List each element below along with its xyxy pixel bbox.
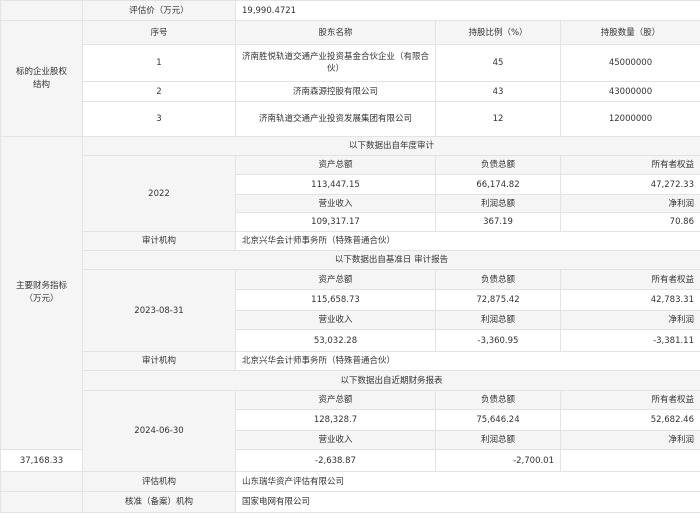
metric-header: 营业收入 bbox=[235, 430, 436, 450]
source-note-row: 以下数据出自近期财务报表 bbox=[1, 370, 700, 391]
metric-header-row: 2022 资产总额 负债总额 所有者权益 bbox=[1, 155, 700, 232]
valuation-label: 评估价（万元） bbox=[82, 0, 236, 21]
metric-value: 109,317.17 bbox=[235, 212, 436, 232]
equity-row: 1 济南胜悦轨道交通产业投资基金合伙企业（有限合伙） 45 45000000 bbox=[1, 44, 700, 82]
shareholder-name: 济南森源控股有限公司 bbox=[235, 81, 436, 102]
metric-value: 70.86 bbox=[560, 212, 700, 232]
equity-header-ratio: 持股比例（%） bbox=[435, 20, 561, 45]
equity-header-no: 序号 bbox=[82, 20, 236, 45]
metric-value: -2,638.87 bbox=[235, 449, 436, 472]
auditor-row: 审计机构 北京兴华会计师事务所（特殊普通合伙） bbox=[1, 231, 700, 251]
share-ratio: 43 bbox=[435, 81, 561, 102]
metric-value: 115,658.73 bbox=[235, 289, 436, 311]
metric-header: 所有者权益 bbox=[560, 269, 700, 290]
equity-header-name: 股东名称 bbox=[235, 20, 436, 45]
source-note-row: 以下数据出自基准日 审计报告 bbox=[1, 250, 700, 270]
metric-header: 营业收入 bbox=[235, 194, 436, 213]
auditor-label: 审计机构 bbox=[82, 231, 236, 251]
source-note-row: 主要财务指标（万元） 以下数据出自年度审计 bbox=[0, 136, 700, 450]
approver-value: 国家电网有限公司 bbox=[235, 491, 700, 513]
metric-header: 利润总额 bbox=[435, 310, 561, 330]
metric-header: 净利润 bbox=[560, 430, 700, 450]
auditor-value: 北京兴华会计师事务所（特殊普通合伙） bbox=[235, 231, 700, 251]
share-ratio: 12 bbox=[435, 101, 561, 137]
metric-header-row: 2024-06-30 资产总额 负债总额 所有者权益 bbox=[1, 390, 700, 472]
metric-header-row: 2023-08-31 资产总额 负债总额 所有者权益 bbox=[1, 269, 700, 352]
metric-header: 利润总额 bbox=[435, 430, 561, 450]
metric-header: 负债总额 bbox=[435, 269, 561, 290]
metric-value: 72,875.42 bbox=[435, 289, 561, 311]
asset-info-table: 评估价（万元） 19,990.4721 标的企业股权结构 序号 股东名称 持股比… bbox=[0, 0, 700, 513]
metric-value: 367.19 bbox=[435, 212, 561, 232]
shareholder-name: 济南轨道交通产业投资发展集团有限公司 bbox=[235, 101, 436, 137]
metric-value: 66,174.82 bbox=[435, 174, 561, 195]
metric-value: -2,700.01 bbox=[435, 449, 561, 472]
approver-row: 核准（备案）机构 国家电网有限公司 bbox=[0, 491, 700, 513]
equity-header-row: 标的企业股权结构 序号 股东名称 持股比例（%） 持股数量（股） bbox=[0, 20, 700, 137]
metric-value: 37,168.33 bbox=[0, 449, 83, 472]
appraiser-row: 评估机构 山东瑞华资产评估有限公司 bbox=[0, 471, 700, 492]
share-count: 45000000 bbox=[560, 44, 700, 82]
metric-value: 113,447.15 bbox=[235, 174, 436, 195]
equity-no: 3 bbox=[82, 101, 236, 137]
appraiser-label: 评估机构 bbox=[82, 471, 236, 492]
metric-header: 利润总额 bbox=[435, 194, 561, 213]
metric-header: 净利润 bbox=[560, 310, 700, 330]
metric-value: 53,032.28 bbox=[235, 329, 436, 352]
equity-header-shares: 持股数量（股） bbox=[560, 20, 700, 45]
equity-row: 2 济南森源控股有限公司 43 43000000 bbox=[1, 81, 700, 102]
metric-header: 负债总额 bbox=[435, 390, 561, 410]
metric-header: 资产总额 bbox=[235, 155, 436, 175]
left-blank-cell bbox=[0, 491, 83, 513]
auditor-value: 北京兴华会计师事务所（特殊普通合伙） bbox=[235, 351, 700, 371]
period-label: 2022 bbox=[82, 155, 236, 232]
share-ratio: 45 bbox=[435, 44, 561, 82]
metric-header: 净利润 bbox=[560, 194, 700, 213]
valuation-row: 评估价（万元） 19,990.4721 bbox=[0, 0, 700, 21]
period-label: 2024-06-30 bbox=[82, 390, 236, 472]
shareholder-name: 济南胜悦轨道交通产业投资基金合伙企业（有限合伙） bbox=[235, 44, 436, 82]
share-count: 12000000 bbox=[560, 101, 700, 137]
financial-section-label: 主要财务指标（万元） bbox=[0, 136, 83, 450]
metric-value: 52,682.46 bbox=[560, 409, 700, 431]
source-note: 以下数据出自近期财务报表 bbox=[82, 370, 700, 391]
equity-no: 2 bbox=[82, 81, 236, 102]
period-label: 2023-08-31 bbox=[82, 269, 236, 352]
metric-header: 资产总额 bbox=[235, 390, 436, 410]
source-note: 以下数据出自基准日 审计报告 bbox=[82, 250, 700, 270]
metric-value: -3,381.11 bbox=[560, 329, 700, 352]
equity-no: 1 bbox=[82, 44, 236, 82]
auditor-label: 审计机构 bbox=[82, 351, 236, 371]
metric-header: 所有者权益 bbox=[560, 390, 700, 410]
auditor-row: 审计机构 北京兴华会计师事务所（特殊普通合伙） bbox=[1, 351, 700, 371]
metric-value: -3,360.95 bbox=[435, 329, 561, 352]
equity-row: 3 济南轨道交通产业投资发展集团有限公司 12 12000000 bbox=[1, 101, 700, 137]
metric-header: 营业收入 bbox=[235, 310, 436, 330]
metric-header: 所有者权益 bbox=[560, 155, 700, 175]
equity-section-label: 标的企业股权结构 bbox=[0, 20, 83, 137]
metric-header: 负债总额 bbox=[435, 155, 561, 175]
metric-value: 47,272.33 bbox=[560, 174, 700, 195]
metric-header: 资产总额 bbox=[235, 269, 436, 290]
metric-value: 128,328.7 bbox=[235, 409, 436, 431]
appraiser-value: 山东瑞华资产评估有限公司 bbox=[235, 471, 700, 492]
share-count: 43000000 bbox=[560, 81, 700, 102]
left-blank-cell bbox=[0, 471, 83, 492]
approver-label: 核准（备案）机构 bbox=[82, 491, 236, 513]
source-note: 以下数据出自年度审计 bbox=[82, 136, 700, 156]
metric-value: 75,646.24 bbox=[435, 409, 561, 431]
metric-value: 42,783.31 bbox=[560, 289, 700, 311]
left-blank-cell bbox=[0, 0, 83, 21]
valuation-value: 19,990.4721 bbox=[235, 0, 700, 21]
